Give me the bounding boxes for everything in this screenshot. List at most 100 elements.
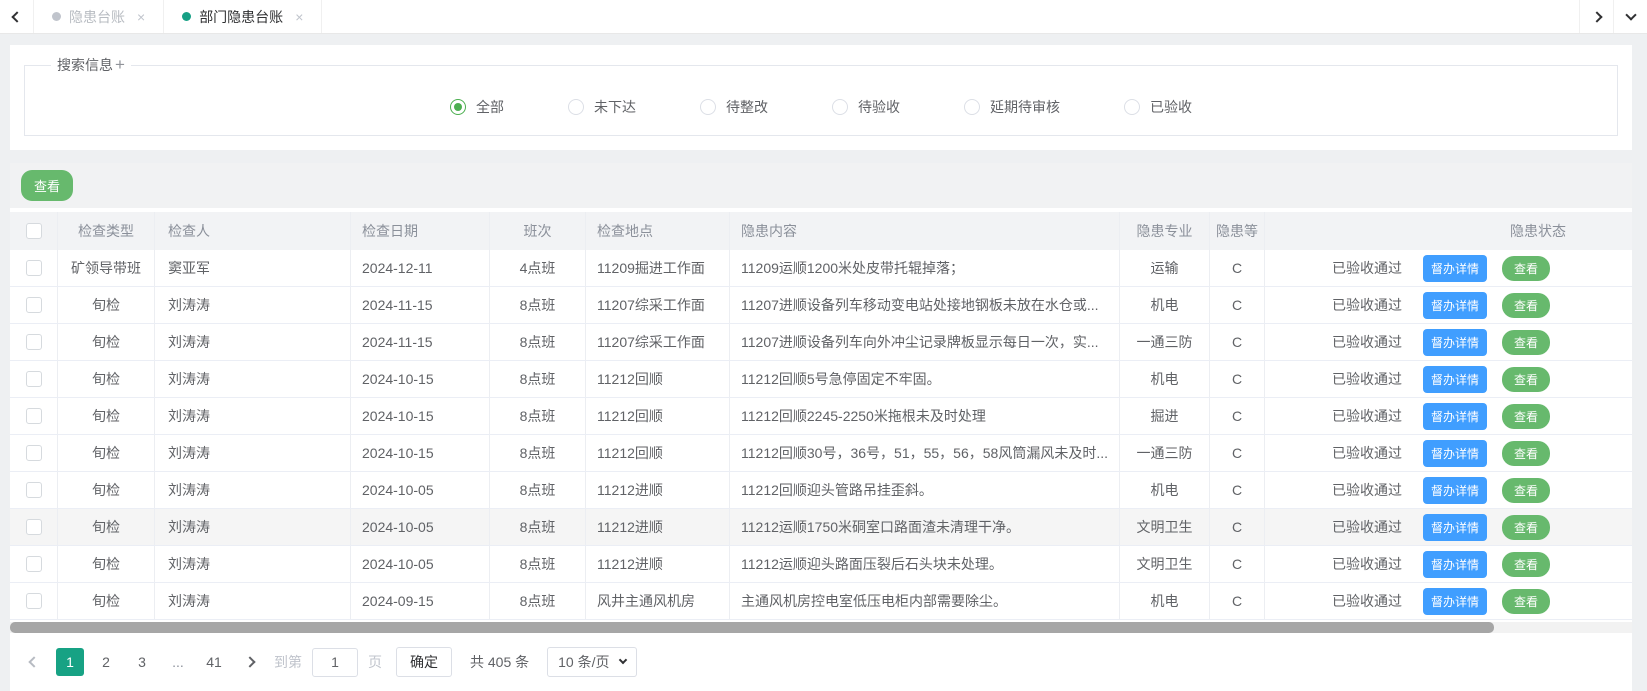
status-text: 已验收通过 [1332, 443, 1402, 463]
close-icon[interactable]: × [295, 9, 303, 25]
chevron-down-icon [618, 656, 626, 664]
status-text: 已验收通过 [1332, 295, 1402, 315]
supervise-detail-button[interactable]: 督办详情 [1423, 329, 1487, 356]
row-checkbox-cell [10, 472, 58, 508]
radio-circle-icon [1124, 99, 1140, 115]
row-checkbox[interactable] [26, 371, 42, 387]
row-checkbox[interactable] [26, 519, 42, 535]
view-button[interactable]: 查看 [21, 170, 73, 201]
cell-grade: C [1210, 287, 1265, 323]
cell-location: 11212回顺 [586, 398, 730, 434]
header-content: 隐患内容 [730, 212, 1120, 250]
goto-page-input[interactable] [312, 648, 358, 677]
radio-not-issued[interactable]: 未下达 [568, 97, 636, 117]
row-checkbox-cell [10, 287, 58, 323]
radio-circle-icon [832, 99, 848, 115]
supervise-detail-button[interactable]: 督办详情 [1423, 255, 1487, 282]
supervise-detail-button[interactable]: 督办详情 [1423, 366, 1487, 393]
cell-grade: C [1210, 546, 1265, 582]
radio-all[interactable]: 全部 [450, 97, 504, 117]
confirm-button[interactable]: 确定 [396, 647, 452, 677]
cell-shift: 8点班 [490, 287, 586, 323]
row-view-button[interactable]: 查看 [1502, 589, 1550, 614]
expand-icon[interactable]: + [115, 55, 125, 75]
page-ellipsis[interactable]: ... [164, 648, 192, 676]
cell-date: 2024-10-15 [351, 398, 490, 434]
radio-accepted[interactable]: 已验收 [1124, 97, 1192, 117]
row-checkbox[interactable] [26, 445, 42, 461]
table-panel: 查看 检查类型 检查人 检查日期 班次 检查地点 隐患内容 隐患专业 隐患等 隐… [10, 163, 1632, 691]
page-number-2[interactable]: 2 [92, 648, 120, 676]
tab-status-dot [52, 12, 61, 21]
next-page-button[interactable] [236, 648, 264, 676]
cell-type: 旬检 [58, 509, 155, 545]
radio-pending-rectification[interactable]: 待整改 [700, 97, 768, 117]
status-text: 已验收通过 [1332, 258, 1402, 278]
radio-pending-acceptance[interactable]: 待验收 [832, 97, 900, 117]
cell-type: 旬检 [58, 583, 155, 619]
cell-grade: C [1210, 398, 1265, 434]
row-view-button[interactable]: 查看 [1502, 515, 1550, 540]
supervise-detail-button[interactable]: 督办详情 [1423, 403, 1487, 430]
tab-department-hazard-ledger[interactable]: 部门隐患台账 × [164, 0, 322, 33]
status-text: 已验收通过 [1332, 591, 1402, 611]
page-number-3[interactable]: 3 [128, 648, 156, 676]
cell-date: 2024-11-15 [351, 324, 490, 360]
header-shift: 班次 [490, 212, 586, 250]
table-row: 旬检 刘涛涛 2024-11-15 8点班 11207综采工作面 11207进顺… [10, 287, 1632, 324]
previous-page-button[interactable] [20, 648, 48, 676]
cell-shift: 8点班 [490, 398, 586, 434]
supervise-detail-button[interactable]: 督办详情 [1423, 551, 1487, 578]
header-status: 隐患状态 [1265, 212, 1632, 250]
supervise-detail-button[interactable]: 督办详情 [1423, 292, 1487, 319]
tabs-scroll-left-button[interactable] [0, 0, 34, 33]
cell-status: 已验收通过 督办详情 查看 [1265, 250, 1632, 286]
cell-status: 已验收通过 督办详情 查看 [1265, 398, 1632, 434]
row-checkbox[interactable] [26, 593, 42, 609]
radio-label: 未下达 [594, 97, 636, 117]
row-checkbox-cell [10, 435, 58, 471]
horizontal-scrollbar-thumb[interactable] [10, 622, 1494, 633]
supervise-detail-button[interactable]: 督办详情 [1423, 588, 1487, 615]
row-view-button[interactable]: 查看 [1502, 367, 1550, 392]
page-number-41[interactable]: 41 [200, 648, 228, 676]
header-date: 检查日期 [351, 212, 490, 250]
row-checkbox[interactable] [26, 482, 42, 498]
radio-circle-icon [700, 99, 716, 115]
tab-hazard-ledger[interactable]: 隐患台账 × [34, 0, 164, 33]
row-view-button[interactable]: 查看 [1502, 330, 1550, 355]
header-inspector: 检查人 [155, 212, 351, 250]
table-row: 矿领导带班 窦亚军 2024-12-11 4点班 11209掘进工作面 1120… [10, 250, 1632, 287]
page-number-1[interactable]: 1 [56, 648, 84, 676]
row-view-button[interactable]: 查看 [1502, 478, 1550, 503]
cell-inspector: 窦亚军 [155, 250, 351, 286]
row-view-button[interactable]: 查看 [1502, 293, 1550, 318]
tabs-scroll-right-button[interactable] [1579, 0, 1613, 33]
supervise-detail-button[interactable]: 督办详情 [1423, 514, 1487, 541]
cell-date: 2024-12-11 [351, 250, 490, 286]
close-icon[interactable]: × [137, 9, 145, 25]
page-size-select[interactable]: 10 条/页 [547, 647, 636, 677]
cell-date: 2024-10-05 [351, 472, 490, 508]
row-view-button[interactable]: 查看 [1502, 404, 1550, 429]
chevron-left-icon [28, 656, 39, 667]
total-count-label: 共 405 条 [470, 652, 529, 672]
row-view-button[interactable]: 查看 [1502, 256, 1550, 281]
supervise-detail-button[interactable]: 督办详情 [1423, 477, 1487, 504]
cell-inspector: 刘涛涛 [155, 361, 351, 397]
cell-date: 2024-10-15 [351, 435, 490, 471]
row-view-button[interactable]: 查看 [1502, 552, 1550, 577]
supervise-detail-button[interactable]: 督办详情 [1423, 440, 1487, 467]
cell-type: 旬检 [58, 324, 155, 360]
row-view-button[interactable]: 查看 [1502, 441, 1550, 466]
row-checkbox[interactable] [26, 556, 42, 572]
row-checkbox[interactable] [26, 334, 42, 350]
select-all-checkbox[interactable] [26, 223, 42, 239]
cell-specialty: 文明卫生 [1120, 546, 1210, 582]
row-checkbox[interactable] [26, 260, 42, 276]
radio-overdue-pending-review[interactable]: 延期待审核 [964, 97, 1060, 117]
row-checkbox[interactable] [26, 408, 42, 424]
tabs-menu-button[interactable] [1613, 0, 1647, 33]
row-checkbox[interactable] [26, 297, 42, 313]
row-checkbox-cell [10, 250, 58, 286]
